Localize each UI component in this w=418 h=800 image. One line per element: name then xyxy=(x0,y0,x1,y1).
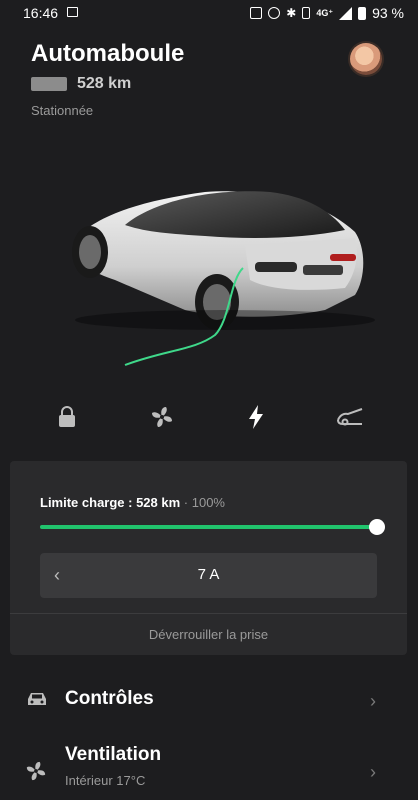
battery-icon xyxy=(358,6,367,20)
chevron-right-icon: › xyxy=(370,762,376,782)
battery-level-icon xyxy=(31,77,67,91)
trunk-icon xyxy=(337,408,363,426)
charge-card: Limite charge : 528 km · 100% ‹ 7 A Déve… xyxy=(10,461,407,655)
amperage-stepper: ‹ 7 A xyxy=(40,553,377,598)
car-image xyxy=(72,191,375,366)
charge-limit: Limite charge : 528 km · 100% xyxy=(40,495,225,510)
divider xyxy=(10,613,407,614)
lock-button[interactable] xyxy=(43,395,91,439)
car-icon xyxy=(28,693,46,705)
bluetooth-icon: ✱ xyxy=(286,6,297,20)
charge-limit-label: Limite charge : 528 km xyxy=(40,495,181,510)
status-time: 16:46 xyxy=(23,5,59,21)
avatar[interactable] xyxy=(350,43,382,75)
charge-button[interactable] xyxy=(232,395,280,439)
chevron-right-icon: › xyxy=(370,691,376,711)
lock-icon xyxy=(59,406,75,427)
signal-icon xyxy=(339,6,353,20)
nfc-icon xyxy=(250,7,263,19)
vibrate-icon xyxy=(302,7,311,19)
network-type: 4G⁺ xyxy=(316,7,334,18)
climate-button[interactable] xyxy=(138,395,186,439)
vehicle-state: Stationnée xyxy=(31,103,94,118)
quick-actions xyxy=(0,395,418,439)
menu-item-label: Contrôles xyxy=(65,688,154,709)
image-notification-icon xyxy=(67,7,78,17)
battery-percent: 93 % xyxy=(372,5,404,21)
vehicle-name: Automaboule xyxy=(31,40,185,67)
charge-limit-slider-thumb[interactable] xyxy=(369,519,385,535)
charge-limit-slider[interactable] xyxy=(40,525,376,529)
menu-item-label: Ventilation xyxy=(65,744,162,765)
amperage-value: 7 A xyxy=(197,566,220,583)
charge-limit-percent: 100% xyxy=(191,495,225,510)
menu-item-ventilation[interactable]: Ventilation Intérieur 17°C › xyxy=(0,740,418,800)
bolt-icon xyxy=(249,405,263,429)
alarm-icon xyxy=(268,7,281,19)
fan-icon xyxy=(26,761,46,781)
range-value: 528 km xyxy=(77,75,132,92)
status-bar: 16:46 ✱ 4G⁺ 93 % xyxy=(0,0,418,26)
status-icons: ✱ 4G⁺ 93 % xyxy=(250,5,404,21)
range-row: 528 km xyxy=(31,75,131,93)
unlock-port-button[interactable]: Déverrouiller la prise xyxy=(10,627,407,642)
trunk-button[interactable] xyxy=(326,395,374,439)
menu-item-subtitle: Intérieur 17°C xyxy=(65,773,146,788)
fan-icon xyxy=(152,407,172,427)
menu-item-controls[interactable]: Contrôles › xyxy=(0,676,418,726)
